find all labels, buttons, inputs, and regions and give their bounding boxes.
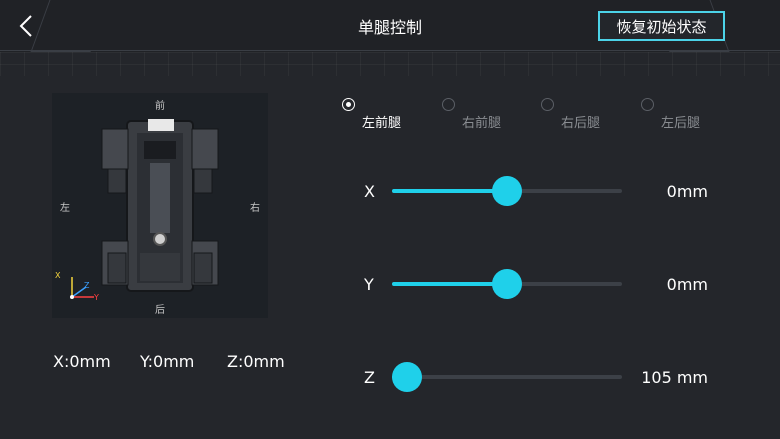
slider-z-label: Z bbox=[364, 368, 375, 387]
leg-label: 左后腿 bbox=[661, 116, 701, 131]
leg-label: 左前腿 bbox=[362, 116, 402, 131]
direction-right: 右 bbox=[250, 203, 260, 214]
header-divider bbox=[0, 50, 780, 51]
direction-front: 前 bbox=[155, 101, 165, 112]
axis-z-label: Z bbox=[84, 281, 90, 290]
slider-y-track[interactable] bbox=[392, 269, 622, 299]
leg-label: 右前腿 bbox=[462, 116, 502, 131]
radio-button[interactable] bbox=[342, 98, 355, 111]
reset-button[interactable]: 恢复初始状态 bbox=[598, 11, 725, 41]
leg-label: 右后腿 bbox=[561, 116, 601, 131]
leg-option-front-right[interactable]: 右前腿 bbox=[442, 98, 512, 132]
slider-y-value: 0mm bbox=[666, 275, 708, 294]
slider-z-thumb[interactable] bbox=[392, 362, 422, 392]
direction-left: 左 bbox=[60, 203, 70, 214]
slider-x-label: X bbox=[364, 182, 375, 201]
slider-x-fill bbox=[392, 189, 507, 193]
radio-button[interactable] bbox=[641, 98, 654, 111]
slider-z-track[interactable] bbox=[392, 362, 622, 392]
robot-top-view: X Z Y bbox=[52, 93, 268, 318]
radio-button[interactable] bbox=[442, 98, 455, 111]
coord-x-readout: X:0mm bbox=[53, 352, 111, 371]
leg-option-back-left[interactable]: 左后腿 bbox=[641, 98, 711, 132]
leg-option-back-right[interactable]: 右后腿 bbox=[541, 98, 611, 132]
coord-y-readout: Y:0mm bbox=[140, 352, 195, 371]
leg-option-front-left[interactable]: 左前腿 bbox=[342, 98, 412, 132]
axis-x-label: X bbox=[55, 271, 61, 280]
slider-z-value: 105 mm bbox=[641, 368, 708, 387]
axis-y-label: Y bbox=[94, 293, 99, 302]
direction-back: 后 bbox=[155, 305, 165, 316]
slider-y-label: Y bbox=[364, 275, 374, 294]
slider-x-track[interactable] bbox=[392, 176, 622, 206]
grid-background bbox=[0, 52, 780, 76]
slider-y-fill bbox=[392, 282, 507, 286]
slider-x-thumb[interactable] bbox=[492, 176, 522, 206]
slider-y-thumb[interactable] bbox=[492, 269, 522, 299]
radio-button[interactable] bbox=[541, 98, 554, 111]
coord-z-readout: Z:0mm bbox=[227, 352, 285, 371]
slider-x-value: 0mm bbox=[666, 182, 708, 201]
